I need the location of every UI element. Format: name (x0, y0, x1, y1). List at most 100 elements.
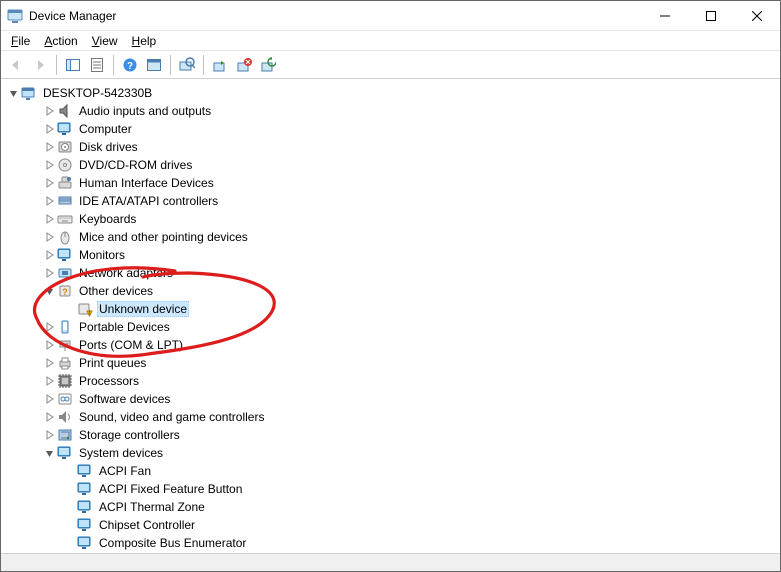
back-button[interactable] (5, 54, 27, 76)
monitor-icon (57, 247, 73, 263)
device-tree[interactable]: DESKTOP-542330B Audio inputs and outputs… (1, 79, 780, 553)
svg-text:?: ? (62, 287, 68, 297)
tree-pane: DESKTOP-542330B Audio inputs and outputs… (1, 79, 780, 553)
expander-icon[interactable] (43, 122, 57, 136)
maximize-button[interactable] (688, 1, 734, 30)
tree-item-label: ACPI Fixed Feature Button (97, 482, 244, 496)
tree-item[interactable]: Processors (3, 372, 780, 390)
uninstall-button[interactable] (233, 54, 255, 76)
tree-item[interactable]: Storage controllers (3, 426, 780, 444)
cpu-icon (57, 373, 73, 389)
ports-icon (57, 337, 73, 353)
expander-icon[interactable] (43, 356, 57, 370)
system-icon (57, 445, 73, 461)
storage-icon (57, 427, 73, 443)
disk-icon (57, 139, 73, 155)
expander-icon[interactable] (43, 338, 57, 352)
tree-item-label: Monitors (77, 248, 127, 262)
tree-item[interactable]: Human Interface Devices (3, 174, 780, 192)
forward-button[interactable] (29, 54, 51, 76)
expander-icon[interactable] (7, 86, 21, 100)
menu-action[interactable]: Action (38, 33, 85, 49)
tree-item-label: Computer (77, 122, 134, 136)
menu-file[interactable]: File (5, 33, 38, 49)
tree-item-label: System devices (77, 446, 165, 460)
dvd-icon (57, 157, 73, 173)
tree-item-label: Chipset Controller (97, 518, 197, 532)
close-button[interactable] (734, 1, 780, 30)
window-title: Device Manager (29, 9, 642, 23)
tree-item[interactable]: Chipset Controller (3, 516, 780, 534)
tree-item[interactable]: ACPI Thermal Zone (3, 498, 780, 516)
portable-icon (57, 319, 73, 335)
toolbar: ? (1, 51, 780, 79)
toolbar-separator (113, 55, 114, 75)
tree-item[interactable]: Network adapters (3, 264, 780, 282)
expander-icon[interactable] (43, 248, 57, 262)
tree-item[interactable]: Monitors (3, 246, 780, 264)
enable-button[interactable] (209, 54, 231, 76)
tree-item[interactable]: DVD/CD-ROM drives (3, 156, 780, 174)
help-button[interactable]: ? (119, 54, 141, 76)
tree-item-label: Disk drives (77, 140, 140, 154)
tree-item[interactable]: Disk drives (3, 138, 780, 156)
expander-icon[interactable] (43, 104, 57, 118)
properties-button[interactable] (86, 54, 108, 76)
tree-item[interactable]: ACPI Fixed Feature Button (3, 480, 780, 498)
minimize-button[interactable] (642, 1, 688, 30)
tree-root-label: DESKTOP-542330B (41, 86, 154, 100)
tree-item[interactable]: System devices (3, 444, 780, 462)
status-bar (1, 553, 780, 571)
show-hide-console-button[interactable] (62, 54, 84, 76)
tree-item[interactable]: Print queues (3, 354, 780, 372)
tree-item[interactable]: Keyboards (3, 210, 780, 228)
tree-item[interactable]: Ports (COM & LPT) (3, 336, 780, 354)
action-button[interactable] (143, 54, 165, 76)
tree-item-label: ACPI Thermal Zone (97, 500, 207, 514)
expander-icon[interactable] (43, 320, 57, 334)
printer-icon (57, 355, 73, 371)
tree-item[interactable]: ACPI Fan (3, 462, 780, 480)
tree-item[interactable]: ? Other devices (3, 282, 780, 300)
expander-icon[interactable] (43, 428, 57, 442)
tree-item[interactable]: Software devices (3, 390, 780, 408)
window-controls (642, 1, 780, 30)
tree-item-label: Sound, video and game controllers (77, 410, 266, 424)
expander-icon[interactable] (43, 176, 57, 190)
tree-item[interactable]: Mice and other pointing devices (3, 228, 780, 246)
tree-item-label: Ports (COM & LPT) (77, 338, 185, 352)
expander-icon[interactable] (43, 140, 57, 154)
update-driver-button[interactable] (257, 54, 279, 76)
tree-item[interactable]: IDE ATA/ATAPI controllers (3, 192, 780, 210)
expander-icon[interactable] (43, 194, 57, 208)
expander-icon[interactable] (43, 158, 57, 172)
audio-icon (57, 103, 73, 119)
expander-icon[interactable] (43, 230, 57, 244)
expander-icon[interactable] (43, 266, 57, 280)
mouse-icon (57, 229, 73, 245)
tree-item[interactable]: Composite Bus Enumerator (3, 534, 780, 552)
expander-icon[interactable] (43, 446, 57, 460)
tree-item-label: Keyboards (77, 212, 138, 226)
scan-button[interactable] (176, 54, 198, 76)
expander-icon[interactable] (43, 284, 57, 298)
toolbar-separator (170, 55, 171, 75)
keyboard-icon (57, 211, 73, 227)
tree-item-label: Processors (77, 374, 141, 388)
tree-item-label: DVD/CD-ROM drives (77, 158, 194, 172)
tree-item-label: Other devices (77, 284, 155, 298)
expander-icon[interactable] (43, 212, 57, 226)
tree-item[interactable]: ! Unknown device (3, 300, 780, 318)
tree-item[interactable]: Sound, video and game controllers (3, 408, 780, 426)
tree-item[interactable]: Computer (3, 120, 780, 138)
expander-icon[interactable] (43, 392, 57, 406)
menu-view[interactable]: View (86, 33, 126, 49)
expander-icon[interactable] (43, 410, 57, 424)
tree-root[interactable]: DESKTOP-542330B (3, 84, 780, 102)
expander-icon[interactable] (43, 374, 57, 388)
tree-item[interactable]: Portable Devices (3, 318, 780, 336)
hid-icon (57, 175, 73, 191)
menu-help[interactable]: Help (126, 33, 165, 49)
tree-item[interactable]: Audio inputs and outputs (3, 102, 780, 120)
tree-item-label: Portable Devices (77, 320, 172, 334)
